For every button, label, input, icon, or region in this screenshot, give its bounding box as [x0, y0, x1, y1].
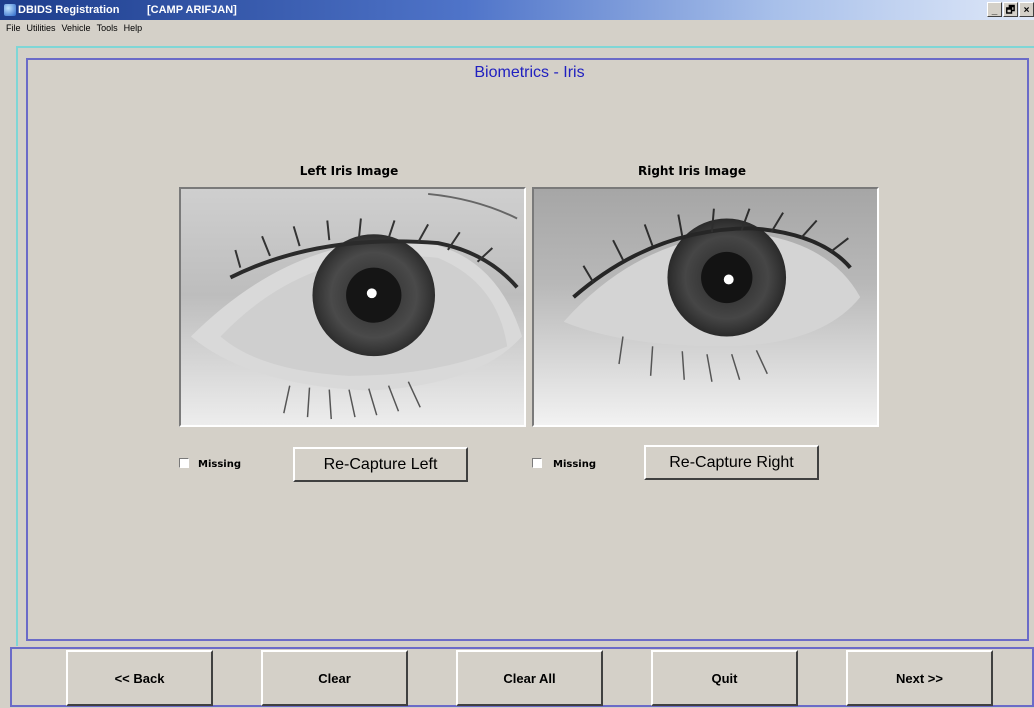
left-iris-label: Left Iris Image	[299, 164, 399, 178]
close-button[interactable]: ×	[1019, 2, 1034, 17]
left-missing-label: Missing	[198, 459, 241, 470]
menu-file[interactable]: File	[6, 23, 21, 33]
back-button[interactable]: << Back	[66, 650, 213, 706]
quit-button[interactable]: Quit	[651, 650, 798, 706]
menu-bar: File Utilities Vehicle Tools Help	[0, 20, 1034, 37]
restore-button[interactable]: 🗗	[1003, 2, 1018, 17]
menu-vehicle[interactable]: Vehicle	[62, 23, 91, 33]
right-missing-checkbox[interactable]	[532, 458, 542, 468]
right-iris-image	[532, 187, 879, 427]
minimize-button[interactable]: _	[987, 2, 1002, 17]
recapture-right-button[interactable]: Re-Capture Right	[644, 445, 819, 480]
app-icon	[4, 4, 16, 16]
left-missing-checkbox[interactable]	[179, 458, 189, 468]
title-bar: DBIDS Registration [CAMP ARIFJAN] _ 🗗 ×	[0, 0, 1034, 20]
site-name: [CAMP ARIFJAN]	[147, 4, 237, 16]
right-iris-label: Right Iris Image	[637, 164, 746, 178]
clear-button[interactable]: Clear	[261, 650, 408, 706]
left-iris-image	[179, 187, 526, 427]
clear-all-button[interactable]: Clear All	[456, 650, 603, 706]
page-title: Biometrics - Iris	[474, 64, 585, 81]
menu-help[interactable]: Help	[124, 23, 143, 33]
recapture-left-button[interactable]: Re-Capture Left	[293, 447, 468, 482]
menu-tools[interactable]: Tools	[97, 23, 118, 33]
menu-utilities[interactable]: Utilities	[27, 23, 56, 33]
right-missing-label: Missing	[553, 459, 596, 470]
next-button[interactable]: Next >>	[846, 650, 993, 706]
window-title: DBIDS Registration	[18, 4, 120, 16]
right-eye-picture	[534, 189, 877, 425]
left-eye-picture	[181, 189, 524, 425]
